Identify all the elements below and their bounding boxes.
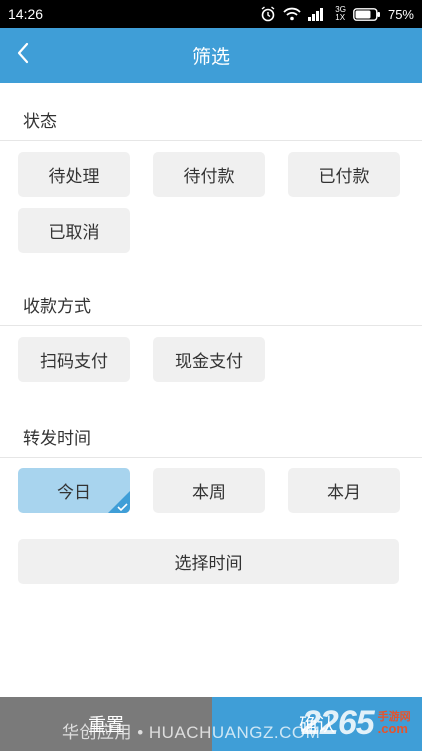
status-option-awaiting-payment[interactable]: 待付款 (153, 152, 265, 197)
battery-icon (353, 7, 381, 21)
back-button[interactable] (6, 38, 40, 72)
payment-option-cash[interactable]: 现金支付 (153, 337, 265, 382)
page-title: 筛选 (191, 46, 230, 68)
nav-bar: 筛选 (0, 28, 422, 83)
status-option-cancelled[interactable]: 已取消 (18, 208, 130, 253)
choose-time-button[interactable]: 选择时间 (18, 539, 399, 584)
confirm-button[interactable]: 确认 (212, 697, 422, 751)
status-icons: 3G 1X 75% (260, 6, 414, 22)
battery-percent: 75% (387, 6, 414, 22)
status-option-paid[interactable]: 已付款 (288, 152, 400, 197)
status-section-title: 状态 (23, 112, 57, 132)
time-option-today[interactable]: 今日 (18, 468, 130, 513)
divider (0, 325, 422, 326)
status-option-pending[interactable]: 待处理 (18, 152, 130, 197)
reset-button[interactable]: 重置 (0, 697, 212, 751)
forward-time-section-title: 转发时间 (23, 429, 91, 449)
status-bar: 14:26 3G 1X 75% (0, 0, 422, 28)
payment-option-scan[interactable]: 扫码支付 (18, 337, 130, 382)
divider (0, 457, 422, 458)
payment-section-title: 收款方式 (23, 297, 91, 317)
time-option-this-month[interactable]: 本月 (288, 468, 400, 513)
divider (0, 140, 422, 141)
wifi-icon (283, 7, 301, 21)
bottom-bar: 重置 确认 (0, 697, 422, 751)
chevron-left-icon (16, 42, 30, 68)
network-label: 3G 1X (335, 5, 346, 22)
time-option-this-week[interactable]: 本周 (153, 468, 265, 513)
status-time: 14:26 (8, 6, 44, 22)
time-option-label: 今日 (57, 483, 91, 503)
alarm-icon (260, 6, 276, 22)
signal-icon (308, 7, 328, 21)
check-icon (108, 491, 130, 513)
